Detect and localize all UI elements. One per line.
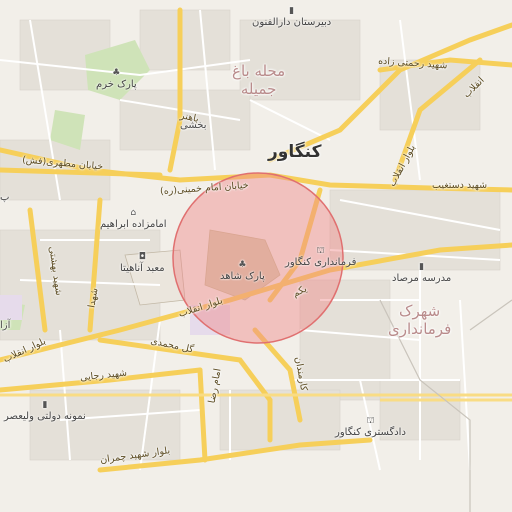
edge-fragment: آزا	[0, 320, 11, 331]
poi-label: معبد آناهیتا	[120, 263, 165, 274]
district-line-1: شهرک	[399, 302, 441, 320]
district-line-1: محله باغ	[232, 62, 286, 80]
poi-dadgostari[interactable]: ⛫ دادگستری کنگاور	[335, 416, 406, 438]
city-label: کنگاور	[268, 142, 322, 162]
museum-icon: ◘	[138, 252, 146, 262]
poi-emamzadeh[interactable]: ⌂ امامزاده ابراهیم	[100, 208, 167, 230]
map-view[interactable]: کنگاور محله باغ جمیله شهرک فرمانداری خیا…	[0, 0, 512, 512]
poi-label: دادگستری کنگاور	[335, 427, 406, 438]
poi-label: مدرسه مرصاد	[392, 273, 452, 284]
district-bagh-jamileh: محله باغ جمیله	[232, 62, 285, 98]
poi-dabirestan[interactable]: ▮ دبیرستان دارالفنون	[252, 6, 331, 28]
school-icon: ▮	[419, 262, 425, 272]
poi-label: پارک خرم	[96, 79, 137, 90]
district-line-2: جمیله	[240, 80, 277, 98]
street-dastgheib: شهید دستغیب	[432, 180, 488, 191]
tree-icon: ♣	[238, 260, 247, 270]
edge-fragment: پ	[0, 192, 10, 203]
poi-park-khorram[interactable]: ♣ پارک خرم	[96, 68, 137, 90]
poi-park-shahed[interactable]: ♣ پارک شاهد	[220, 260, 265, 282]
district-line-2: فرمانداری	[388, 320, 452, 338]
poi-farmandari[interactable]: ⛫ فرمانداری کنگاور	[285, 246, 356, 268]
government-icon: ⛫	[366, 416, 375, 426]
poi-label: دبیرستان دارالفنون	[252, 17, 332, 28]
school-icon: ▮	[289, 6, 295, 16]
poi-label: فرمانداری کنگاور	[285, 257, 357, 268]
government-icon: ⛫	[316, 246, 325, 256]
poi-anahita[interactable]: ◘ معبد آناهیتا	[120, 252, 165, 274]
edge-fragment: بخشی	[180, 120, 207, 131]
poi-label: امامزاده ابراهیم	[100, 219, 167, 230]
school-icon: ▮	[42, 400, 48, 410]
poi-nemooneh[interactable]: ▮ نمونه دولتی ولیعصر	[4, 400, 86, 422]
shrine-icon: ⌂	[130, 208, 137, 218]
poi-label: نمونه دولتی ولیعصر	[4, 411, 86, 422]
poi-madreseh-morsad[interactable]: ▮ مدرسه مرصاد	[392, 262, 451, 284]
district-farmandari: شهرک فرمانداری	[388, 302, 451, 338]
poi-label: پارک شاهد	[220, 271, 265, 282]
tree-icon: ♣	[112, 68, 121, 78]
